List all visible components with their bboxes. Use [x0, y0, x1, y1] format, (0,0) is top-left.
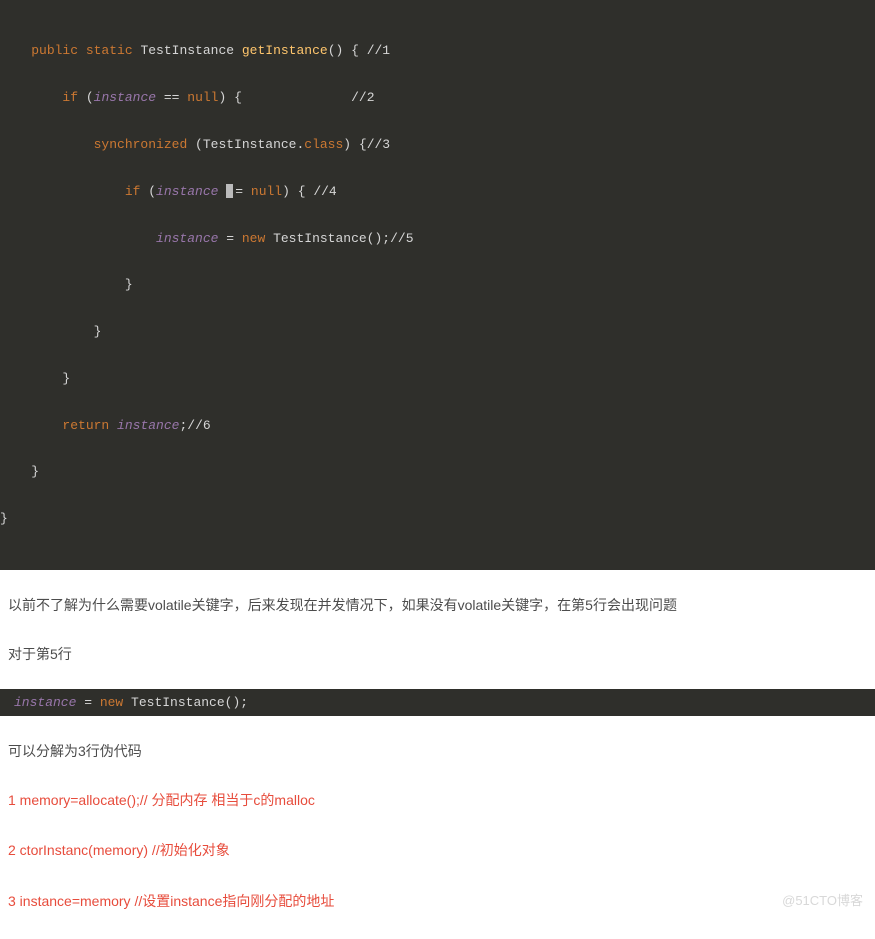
pseudo-code-line-3: 3 instance=memory //设置instance指向刚分配的地址 [8, 888, 867, 915]
code-line: public static TestInstance getInstance()… [0, 39, 875, 62]
code-line: return instance;//6 [0, 414, 875, 437]
cursor-icon [226, 184, 233, 198]
code-line: } [0, 320, 875, 343]
code-line: } [0, 460, 875, 483]
pseudo-code-line-2: 2 ctorInstanc(memory) //初始化对象 [8, 837, 867, 864]
code-line: synchronized (TestInstance.class) {//3 [0, 133, 875, 156]
paragraph-explanation: 以前不了解为什么需要volatile关键字，后来发现在并发情况下，如果没有vol… [8, 592, 867, 619]
pseudo-code-line-1: 1 memory=allocate();// 分配内存 相当于c的malloc [8, 787, 867, 814]
java-code-block: public static TestInstance getInstance()… [0, 0, 875, 570]
code-line: } [0, 367, 875, 390]
code-line: } [0, 507, 875, 530]
code-line: if (instance == null) { //2 [0, 86, 875, 109]
code-line: instance = new TestInstance();//5 [0, 227, 875, 250]
paragraph-line5-intro: 对于第5行 [8, 641, 867, 668]
paragraph-pseudo-intro: 可以分解为3行伪代码 [8, 738, 867, 765]
inline-code-instance: instance = new TestInstance(); [0, 689, 875, 716]
code-line: } [0, 273, 875, 296]
code-line: if (instance = null) { //4 [0, 180, 875, 203]
